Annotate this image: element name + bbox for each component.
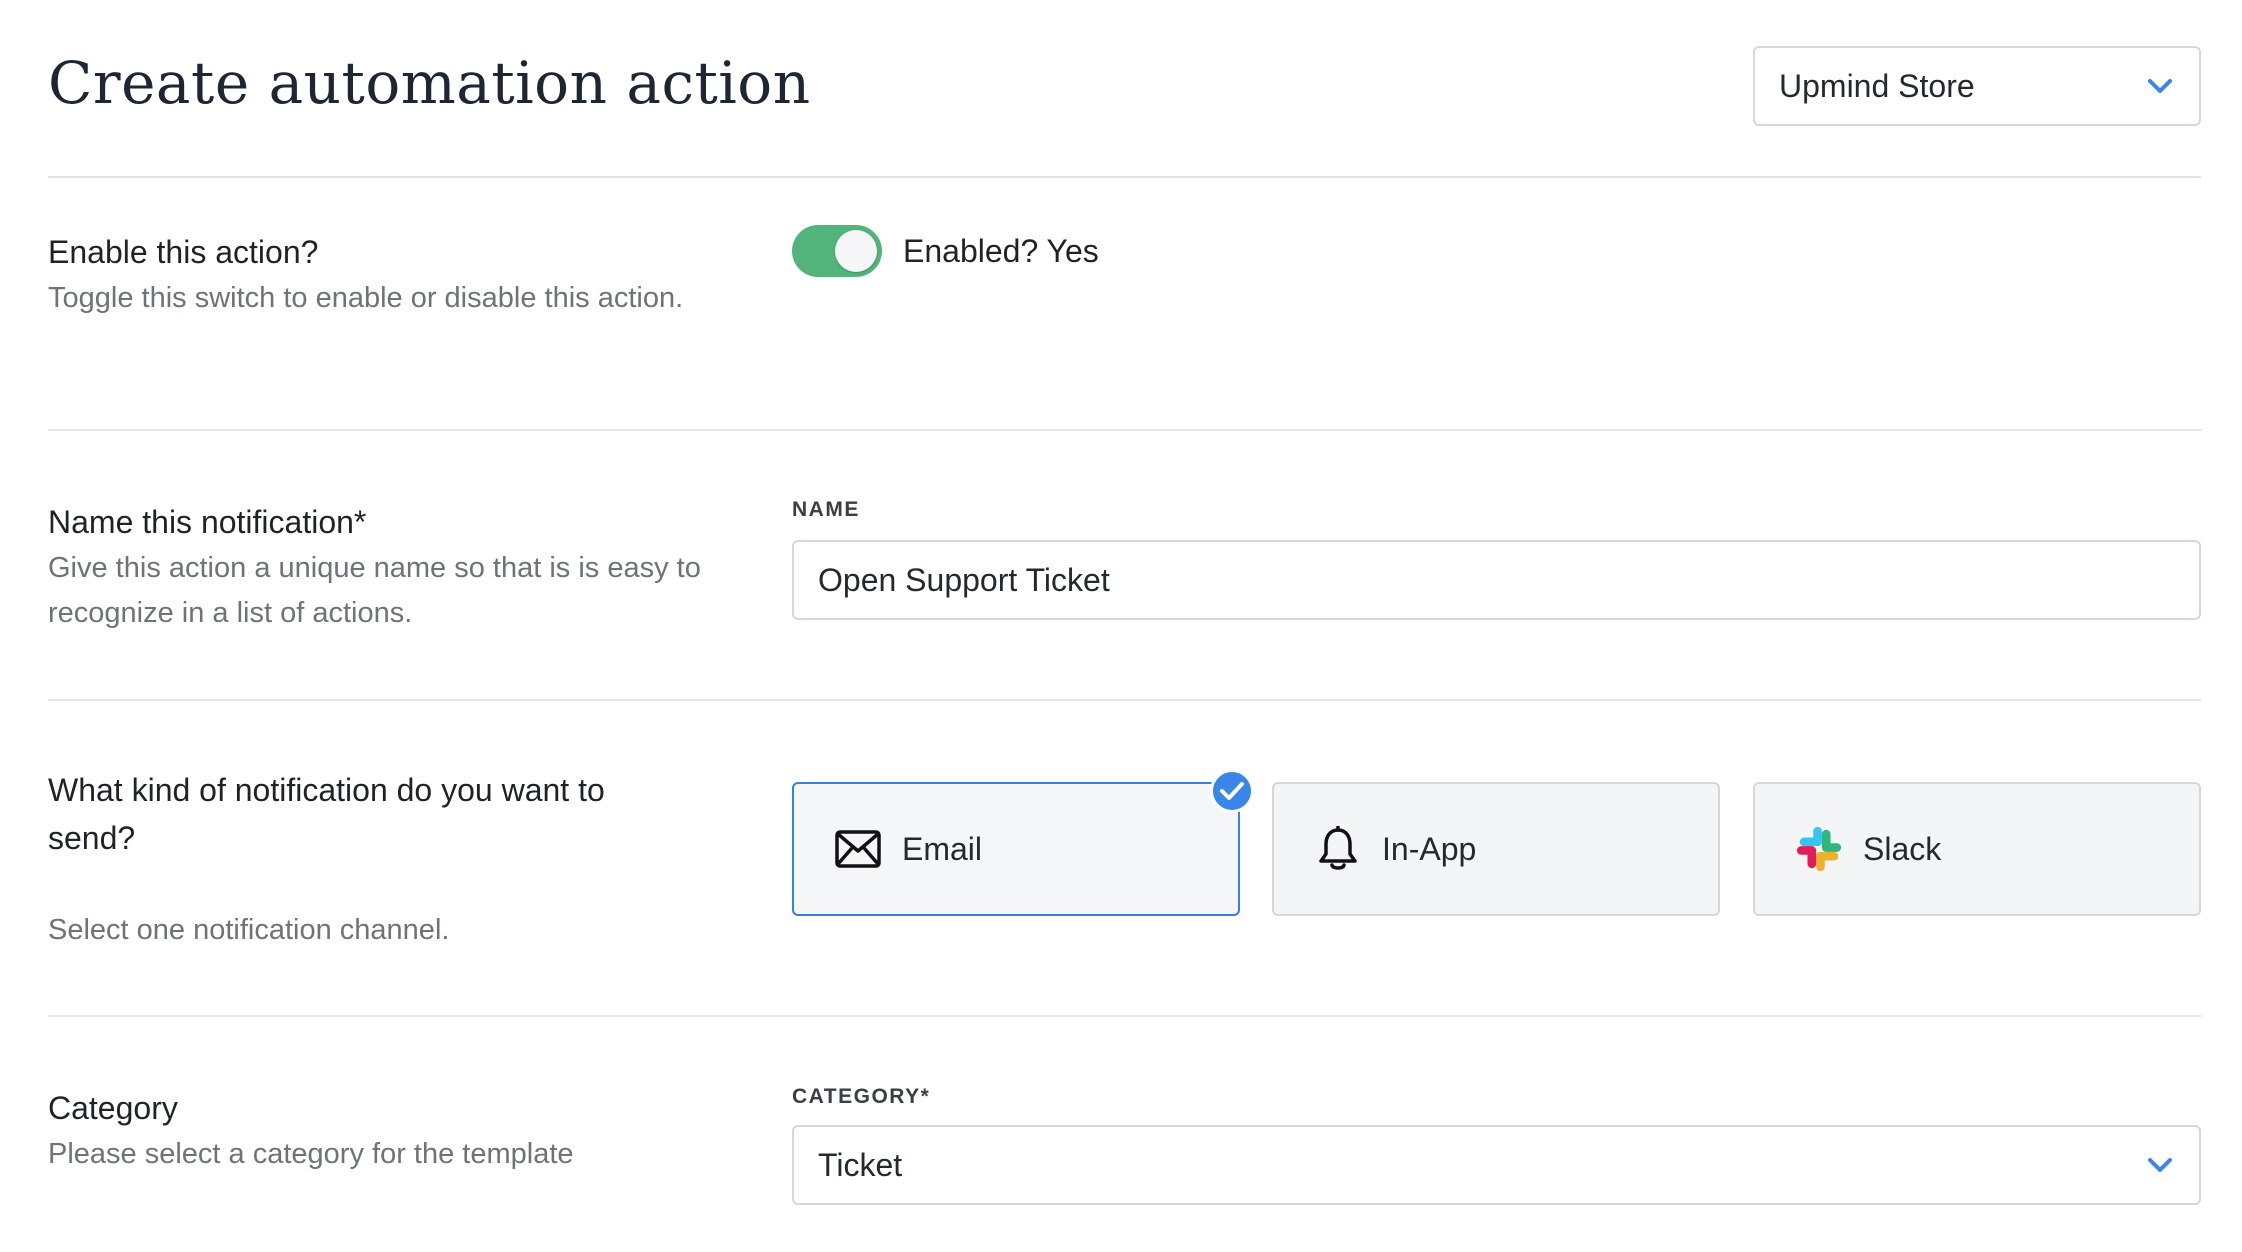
category-select[interactable]: Ticket [792, 1125, 2201, 1205]
store-select-value: Upmind Store [1779, 67, 1975, 104]
chevron-down-icon [2148, 1158, 2172, 1172]
envelope-icon [834, 825, 882, 873]
toggle-knob [835, 230, 877, 272]
enable-toggle[interactable] [792, 225, 882, 277]
create-automation-action-page: Create automation action Upmind Store En… [0, 0, 2242, 1252]
selected-check-icon [1210, 769, 1254, 813]
category-section-description: Please select a category for the templat… [48, 1138, 574, 1170]
name-section-title: Name this notification* [48, 504, 367, 540]
divider [48, 429, 2201, 431]
channel-section-description: Select one notification channel. [48, 914, 450, 946]
category-section-title: Category [48, 1090, 178, 1126]
store-select[interactable]: Upmind Store [1753, 46, 2201, 126]
channel-option-in-app[interactable]: In-App [1272, 782, 1720, 916]
channel-option-label: Slack [1863, 830, 1942, 867]
page-title: Create automation action [48, 49, 811, 117]
name-input[interactable] [792, 540, 2201, 620]
divider [48, 699, 2201, 701]
enable-toggle-label: Enabled? Yes [903, 233, 1099, 269]
channel-section-title: What kind of notification do you want to… [48, 772, 605, 856]
category-field-label: CATEGORY* [792, 1085, 931, 1108]
category-select-value: Ticket [818, 1146, 903, 1183]
enable-section-description: Toggle this switch to enable or disable … [48, 282, 684, 314]
channel-option-label: In-App [1382, 830, 1477, 867]
channel-option-email[interactable]: Email [792, 782, 1240, 916]
chevron-down-icon [2148, 79, 2172, 93]
slack-icon [1795, 825, 1843, 873]
divider [48, 176, 2201, 178]
channel-option-label: Email [902, 830, 983, 867]
name-section-description: Give this action a unique name so that i… [48, 552, 701, 629]
channel-option-slack[interactable]: Slack [1753, 782, 2201, 916]
bell-icon [1314, 825, 1362, 873]
name-field-label: NAME [792, 498, 860, 521]
enable-section-title: Enable this action? [48, 234, 319, 270]
divider [48, 1015, 2201, 1017]
